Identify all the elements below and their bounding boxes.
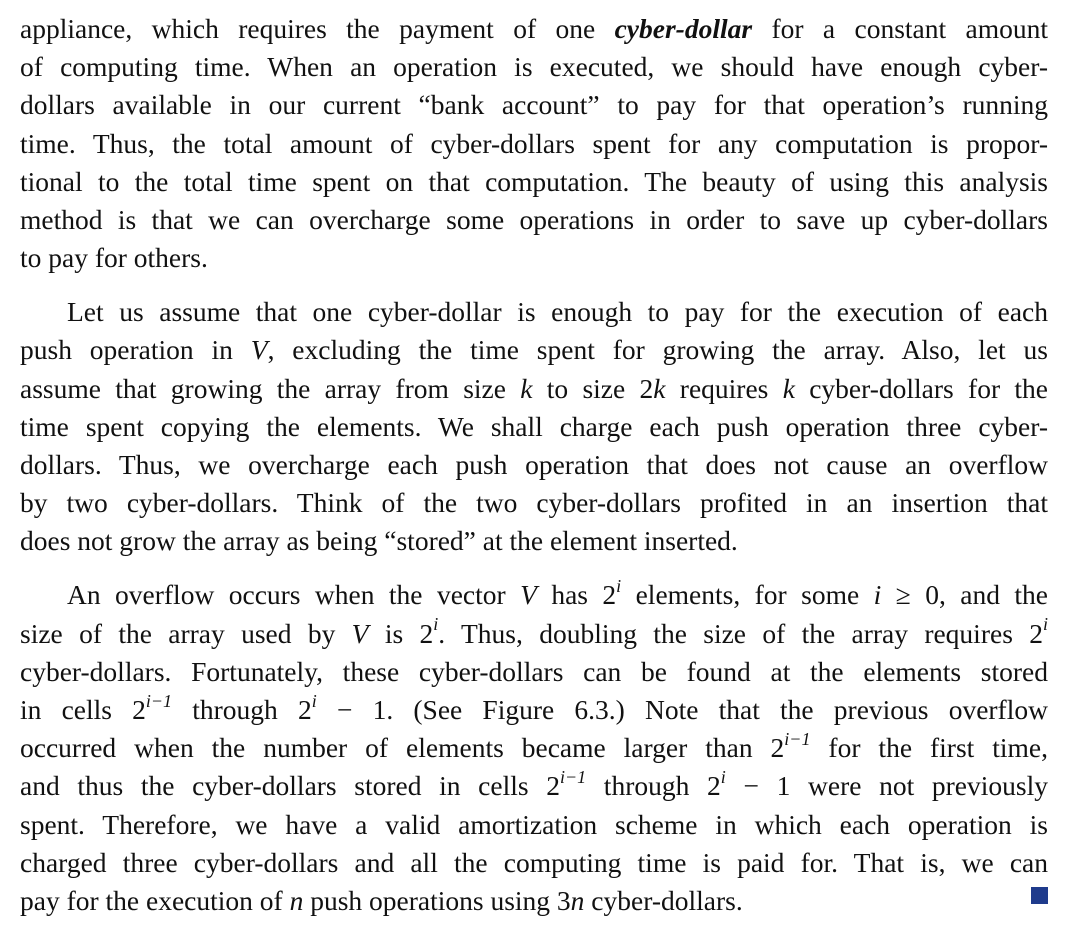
term-cyber-dollar: cyber-dollar — [614, 13, 753, 44]
math-var: n — [570, 885, 585, 917]
text-line: Let us assume that one cyber-dollar is e… — [67, 296, 1048, 328]
paragraph-accounting-method: appliance, which requires the payment of… — [20, 10, 1048, 277]
text-line: time. Thus, the total amount of cyber-do… — [20, 127, 1048, 159]
math-exponent: i — [311, 690, 317, 711]
text-line: dollars. Thus, we overcharge each push o… — [20, 449, 1048, 481]
math-var: k — [782, 372, 795, 404]
math-exponent: i — [616, 576, 622, 597]
text-run: and thus the cyber-dollars stored in cel… — [20, 770, 560, 802]
text-run: is 2 — [368, 617, 434, 649]
text-run: in cells 2 — [20, 694, 146, 726]
math-var: V — [520, 579, 537, 611]
end-of-proof-square-icon — [1031, 887, 1048, 905]
text-line: by two cyber-dollars. Think of the two c… — [20, 487, 1048, 519]
math-var: V — [250, 334, 268, 366]
text-line: of computing time. When an operation is … — [20, 51, 1048, 83]
text-run: appliance, which requires the payment of… — [20, 13, 615, 44]
text-run: occurred when the number of elements bec… — [20, 732, 785, 764]
text-run: to size 2 — [532, 372, 654, 404]
text-run: through 2 — [172, 694, 312, 726]
text-run: push operation in — [20, 334, 251, 366]
text-line: spent. Therefore, we have a valid amorti… — [20, 808, 1048, 840]
text-line: cyber-dollars. Fortunately, these cyber-… — [20, 655, 1048, 687]
text-run: − 1 were not previously — [725, 770, 1048, 802]
text-run: , excluding the time spent for growing t… — [267, 334, 1048, 366]
text-run: for the first time, — [810, 732, 1048, 764]
text-line: charged three cyber-dollars and all the … — [20, 846, 1048, 878]
text-run: ≥ 0, and the — [881, 579, 1048, 611]
text-run: − 1. (See Figure 6.3.) Note that the pre… — [316, 694, 1048, 726]
text-line: occurred when the number of elements bec… — [20, 729, 1048, 767]
text-line: method is that we can overcharge some op… — [20, 204, 1048, 236]
math-exponent: i — [720, 767, 726, 788]
math-var: k — [653, 372, 666, 404]
text-run: requires — [665, 372, 783, 404]
paragraph-charging-scheme: Let us assume that one cyber-dollar is e… — [20, 293, 1048, 560]
text-line: does not grow the array as being “stored… — [20, 525, 738, 557]
text-run: pay for the execution of — [20, 885, 290, 917]
text-run: for a constant amount — [752, 13, 1048, 44]
text-line: dollars available in our current “bank a… — [20, 89, 1048, 121]
text-run: . Thus, doubling the size of the array r… — [438, 617, 1043, 649]
text-run: size of the array used by — [20, 617, 352, 649]
document-page: appliance, which requires the payment of… — [20, 10, 1048, 936]
math-exponent: i — [1042, 614, 1048, 635]
text-run: An overflow occurs when the vector — [67, 579, 521, 611]
text-line: An overflow occurs when the vector V has… — [20, 576, 1048, 614]
text-run: has 2 — [536, 579, 617, 611]
paragraph-overflow-analysis: An overflow occurs when the vector V has… — [20, 576, 1048, 920]
text-line: appliance, which requires the payment of… — [20, 10, 1048, 48]
text-line: pay for the execution of n push operatio… — [20, 882, 1048, 920]
text-line: time spent copying the elements. We shal… — [20, 410, 1048, 442]
text-run: through 2 — [586, 770, 721, 802]
text-line: assume that growing the array from size … — [20, 370, 1048, 408]
text-run: push operations using 3 — [303, 885, 571, 917]
text-run: cyber-dollars. — [584, 885, 743, 917]
text-line: in cells 2i−1 through 2i − 1. (See Figur… — [20, 691, 1048, 729]
math-exponent: i−1 — [560, 767, 587, 788]
math-exponent: i−1 — [145, 690, 173, 711]
text-run: elements, for some — [621, 579, 874, 611]
text-line: to pay for others. — [20, 242, 208, 274]
text-line: push operation in V, excluding the time … — [20, 331, 1048, 369]
math-var: n — [289, 885, 304, 917]
text-line: tional to the total time spent on that c… — [20, 165, 1048, 197]
text-run: cyber-dollars for the — [794, 372, 1048, 404]
math-var: k — [520, 372, 533, 404]
text-line: size of the array used by V is 2i. Thus,… — [20, 615, 1048, 653]
qed-mark — [984, 876, 1048, 914]
math-exponent: i−1 — [784, 729, 811, 750]
math-exponent: i — [433, 614, 439, 635]
text-line: and thus the cyber-dollars stored in cel… — [20, 767, 1048, 805]
math-var: V — [351, 617, 369, 649]
text-run: assume that growing the array from size — [20, 372, 521, 404]
